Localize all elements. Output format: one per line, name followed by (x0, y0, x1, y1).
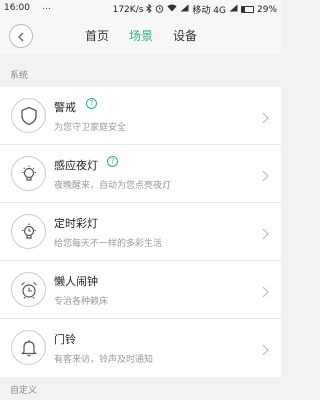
scene-title: 感应夜灯 (54, 159, 98, 172)
bluetooth-icon (146, 2, 153, 16)
list-item-doorbell[interactable]: 门铃 有客来访，铃声及时通知 (0, 319, 281, 377)
signal-icon-2 (229, 4, 238, 15)
status-time: 16:00 (4, 3, 30, 13)
chevron-right-icon (262, 283, 269, 302)
alarm-clock-icon (11, 272, 46, 307)
status-bar: 16:00 … 172K/s 移动 4G 29% (0, 0, 281, 18)
chevron-right-icon (262, 341, 269, 360)
tab-bar: 首页 场景 设备 (85, 27, 197, 44)
top-header: 首页 场景 设备 (0, 18, 281, 54)
scene-desc: 为您守卫家庭安全 (54, 123, 127, 133)
list-item-lazy-alarm[interactable]: 懒人闹钟 专治各种赖床 (0, 261, 281, 319)
chevron-right-icon (262, 167, 269, 186)
status-right: 172K/s 移动 4G 29% (112, 2, 277, 16)
timer-bulb-icon (11, 214, 46, 249)
battery-percent: 29% (256, 4, 277, 15)
list-item-guard[interactable]: 警戒 ? 为您守卫家庭安全 (0, 87, 281, 145)
scene-desc: 给您每天不一样的多彩生活 (54, 239, 163, 249)
scene-title: 懒人闹钟 (54, 275, 98, 288)
section-label-custom: 自定义 (10, 386, 38, 396)
shield-icon (11, 98, 46, 133)
wifi-icon (167, 4, 178, 15)
signal-icon (180, 4, 189, 15)
section-label-system: 系统 (10, 71, 29, 81)
back-button[interactable] (9, 24, 33, 48)
scene-list: 警戒 ? 为您守卫家庭安全 感应夜灯 ? 夜晚醒来，自动为您点亮夜灯 定时彩灯 … (0, 87, 281, 377)
tab-scenes[interactable]: 场景 (129, 27, 153, 44)
chevron-right-icon (262, 225, 269, 244)
tab-devices[interactable]: 设备 (173, 27, 197, 44)
tab-home[interactable]: 首页 (85, 27, 109, 44)
chevron-right-icon (262, 109, 269, 128)
help-icon[interactable]: ? (107, 156, 118, 167)
chevron-left-icon (17, 27, 25, 46)
scene-title: 定时彩灯 (54, 217, 98, 230)
list-item-night-light[interactable]: 感应夜灯 ? 夜晚醒来，自动为您点亮夜灯 (0, 145, 281, 203)
network-speed: 172K/s (112, 4, 144, 15)
carrier-label: 移动 4G (192, 6, 226, 16)
scene-desc: 有客来访，铃声及时通知 (54, 355, 154, 365)
scene-title: 警戒 (54, 101, 76, 114)
scene-desc: 专治各种赖床 (54, 297, 109, 307)
list-item-timed-light[interactable]: 定时彩灯 给您每天不一样的多彩生活 (0, 203, 281, 261)
help-icon[interactable]: ? (86, 98, 97, 109)
bulb-icon (11, 156, 46, 191)
bell-icon (11, 330, 46, 365)
scene-title: 门铃 (54, 333, 76, 346)
status-dots: … (42, 2, 52, 12)
alarm-status-icon (155, 4, 164, 16)
battery-icon (240, 6, 254, 13)
scene-desc: 夜晚醒来，自动为您点亮夜灯 (54, 181, 172, 191)
